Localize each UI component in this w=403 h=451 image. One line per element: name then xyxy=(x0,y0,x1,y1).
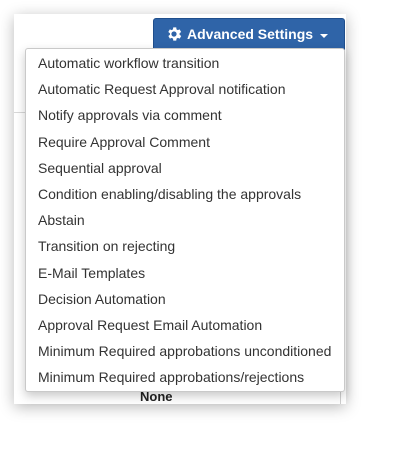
menu-item-transition-on-rejecting[interactable]: Transition on rejecting xyxy=(26,233,344,259)
menu-item-approval-request-email-automation[interactable]: Approval Request Email Automation xyxy=(26,312,344,338)
menu-item-automatic-request-approval-notification[interactable]: Automatic Request Approval notification xyxy=(26,76,344,102)
advanced-settings-button[interactable]: Advanced Settings xyxy=(153,18,345,50)
menu-item-abstain[interactable]: Abstain xyxy=(26,207,344,233)
caret-down-icon xyxy=(320,33,329,38)
menu-item-notify-approvals-via-comment[interactable]: Notify approvals via comment xyxy=(26,102,344,128)
advanced-settings-menu: Automatic workflow transition Automatic … xyxy=(25,48,345,392)
menu-item-decision-automation[interactable]: Decision Automation xyxy=(26,286,344,312)
menu-item-condition-enabling-disabling[interactable]: Condition enabling/disabling the approva… xyxy=(26,181,344,207)
menu-item-min-required-unconditioned[interactable]: Minimum Required approbations unconditio… xyxy=(26,338,344,364)
menu-item-email-templates[interactable]: E-Mail Templates xyxy=(26,260,344,286)
menu-item-require-approval-comment[interactable]: Require Approval Comment xyxy=(26,129,344,155)
menu-item-min-required-rejections[interactable]: Minimum Required approbations/rejections xyxy=(26,364,344,390)
gear-icon xyxy=(168,27,182,41)
menu-item-sequential-approval[interactable]: Sequential approval xyxy=(26,155,344,181)
menu-item-automatic-workflow-transition[interactable]: Automatic workflow transition xyxy=(26,50,344,76)
advanced-settings-label: Advanced Settings xyxy=(187,26,314,42)
